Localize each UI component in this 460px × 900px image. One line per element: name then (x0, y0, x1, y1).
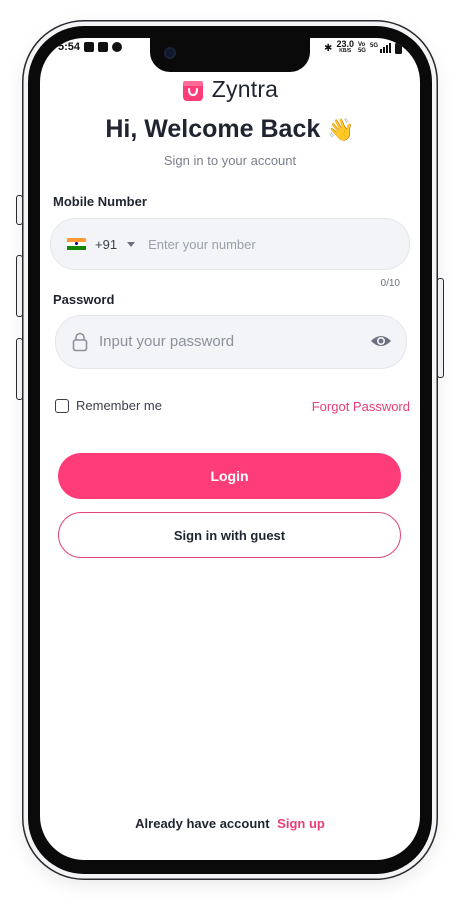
app-screen: 5:54 ✱ 23.0 KB/S Vo 5G 5G Zyntra Hi, Wel… (40, 38, 420, 860)
front-camera (164, 47, 176, 59)
eye-icon[interactable] (370, 333, 392, 349)
signup-link[interactable]: Sign up (277, 816, 325, 831)
network-speed: 23.0 KB/S (336, 39, 354, 55)
india-flag-icon (67, 237, 86, 251)
silent-switch (16, 195, 23, 225)
lock-icon (72, 332, 88, 352)
remember-me-checkbox[interactable] (55, 398, 69, 413)
welcome-text: Hi, Welcome Back (105, 115, 321, 143)
mobile-number-label: Mobile Number (53, 194, 147, 209)
chevron-down-icon[interactable] (127, 241, 136, 247)
bluetooth-icon: ✱ (324, 42, 333, 54)
password-input[interactable]: Input your password (99, 333, 234, 350)
status-bar-right: ✱ 23.0 KB/S Vo 5G 5G (324, 39, 402, 55)
gallery-icon (98, 42, 109, 52)
forgot-password-link[interactable]: Forgot Password (312, 399, 410, 414)
guest-signin-button[interactable]: Sign in with guest (58, 512, 401, 558)
country-code[interactable]: +91 (95, 237, 117, 252)
page-title: Hi, Welcome Back 👋 (40, 115, 420, 144)
status-bar-left: 5:54 (58, 41, 123, 53)
brand-logo: Zyntra (40, 76, 420, 103)
notch (150, 38, 310, 72)
login-button[interactable]: Login (58, 453, 401, 499)
volume-down-button (16, 338, 23, 400)
shopping-bag-icon (182, 80, 203, 101)
remember-me[interactable]: Remember me (55, 398, 162, 413)
mobile-number-input[interactable]: Enter your number (148, 237, 256, 252)
power-button (437, 278, 444, 378)
status-time: 5:54 (58, 41, 81, 53)
waving-hand-icon: 👋 (327, 117, 355, 142)
signal-icon: 5G (370, 43, 391, 53)
character-counter: 0/10 (380, 278, 400, 289)
volume-up-button (16, 255, 23, 317)
signup-prompt-text: Already have account (135, 816, 270, 831)
whatsapp-icon (112, 42, 123, 52)
battery-icon (395, 42, 402, 54)
brand-name: Zyntra (211, 76, 279, 102)
page-subtitle: Sign in to your account (163, 153, 297, 168)
password-field[interactable]: Input your password (55, 315, 407, 369)
teams-icon (84, 42, 95, 52)
mobile-number-field[interactable]: +91 Enter your number (50, 218, 410, 270)
password-label: Password (53, 292, 115, 307)
signup-prompt: Already have account Sign up (40, 816, 420, 831)
volte-badge: Vo 5G (357, 42, 366, 54)
remember-me-label[interactable]: Remember me (76, 398, 162, 413)
